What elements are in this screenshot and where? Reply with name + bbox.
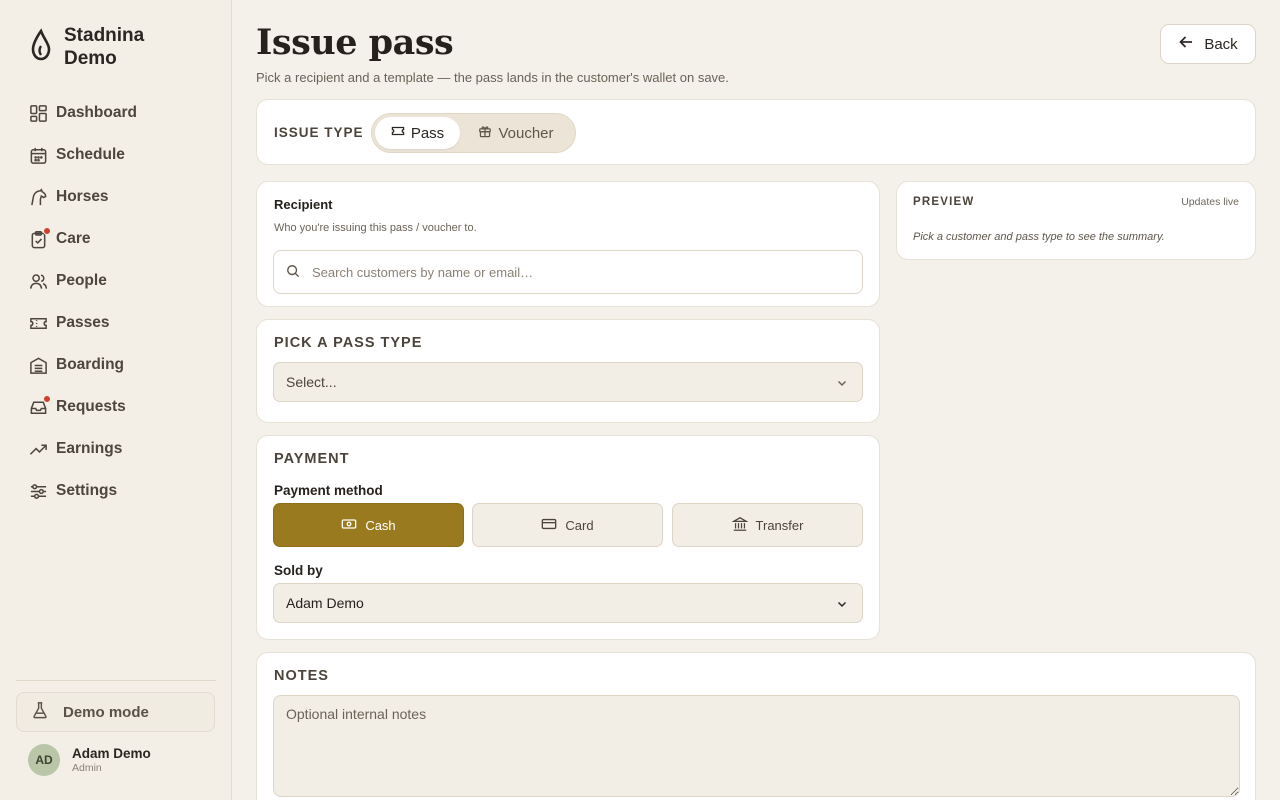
recipient-description: Who you're issuing this pass / voucher t… bbox=[274, 222, 477, 234]
payment-title: PAYMENT bbox=[274, 451, 350, 467]
sidebar-item-label: Horses bbox=[56, 188, 109, 205]
payment-method-cash-label: Cash bbox=[365, 517, 396, 533]
brand[interactable]: Stadnina Demo bbox=[28, 24, 174, 70]
sidebar-item-people[interactable]: People bbox=[16, 260, 216, 302]
issue-type-voucher-option[interactable]: Voucher bbox=[466, 117, 566, 149]
search-icon bbox=[286, 264, 300, 281]
sliders-icon bbox=[28, 481, 48, 501]
payment-method-label: Payment method bbox=[274, 483, 383, 498]
preview-title: PREVIEW bbox=[913, 196, 975, 208]
notes-textarea[interactable] bbox=[273, 695, 1240, 797]
issue-type-toggle: Pass Voucher bbox=[371, 113, 576, 153]
sidebar-item-label: Settings bbox=[56, 482, 118, 499]
trending-up-icon bbox=[28, 439, 48, 459]
bank-icon bbox=[730, 516, 749, 535]
payment-method-transfer-button[interactable]: Transfer bbox=[672, 503, 863, 547]
flask-icon bbox=[31, 701, 49, 723]
sidebar-item-label: Earnings bbox=[56, 440, 123, 457]
sidebar-item-boarding[interactable]: Boarding bbox=[16, 344, 216, 386]
building-icon bbox=[28, 355, 48, 375]
notification-dot bbox=[43, 227, 51, 235]
sidebar-item-passes[interactable]: Passes bbox=[16, 302, 216, 344]
divider bbox=[16, 680, 216, 681]
sidebar-item-label: Care bbox=[56, 230, 91, 247]
payment-method-transfer-label: Transfer bbox=[755, 517, 804, 533]
calendar-icon bbox=[28, 145, 48, 165]
sidebar-item-label: Requests bbox=[56, 398, 126, 415]
gift-icon bbox=[478, 124, 492, 142]
pass-type-select-value: Select... bbox=[286, 374, 337, 390]
sidebar-item-schedule[interactable]: Schedule bbox=[16, 134, 216, 176]
demo-mode-button[interactable]: Demo mode bbox=[16, 692, 215, 732]
cash-icon bbox=[341, 517, 357, 534]
sidebar-item-care[interactable]: Care bbox=[16, 218, 216, 260]
sold-by-select-value: Adam Demo bbox=[286, 595, 364, 611]
recipient-title: Recipient bbox=[274, 197, 333, 212]
dashboard-icon bbox=[28, 103, 48, 123]
sidebar-item-horses[interactable]: Horses bbox=[16, 176, 216, 218]
back-button[interactable]: Back bbox=[1160, 24, 1256, 64]
preview-card: PREVIEW Updates live Pick a customer and… bbox=[896, 181, 1256, 260]
sidebar-item-label: Dashboard bbox=[56, 104, 137, 121]
sold-by-select[interactable]: Adam Demo bbox=[273, 583, 863, 623]
sidebar-item-label: Passes bbox=[56, 314, 110, 331]
payment-method-card-button[interactable]: Card bbox=[472, 503, 663, 547]
arrow-left-icon bbox=[1178, 34, 1194, 54]
issue-type-card: ISSUE TYPE Pass Voucher bbox=[256, 99, 1256, 165]
horse-icon bbox=[28, 187, 48, 207]
sidebar-item-label: Schedule bbox=[56, 146, 125, 163]
preview-live-label: Updates live bbox=[1181, 196, 1239, 208]
sidebar-item-label: Boarding bbox=[56, 356, 125, 373]
payment-card: PAYMENT Payment method Cash Card Transfe… bbox=[256, 435, 880, 640]
notes-title: NOTES bbox=[274, 668, 329, 684]
issue-type-pass-option[interactable]: Pass bbox=[375, 117, 460, 149]
recipient-card: Recipient Who you're issuing this pass /… bbox=[256, 181, 880, 307]
notification-dot bbox=[43, 395, 51, 403]
payment-method-card-label: Card bbox=[565, 517, 594, 533]
preview-empty-text: Pick a customer and pass type to see the… bbox=[913, 231, 1165, 243]
sidebar-item-label: People bbox=[56, 272, 107, 289]
chevron-down-icon bbox=[836, 376, 848, 392]
sidebar-nav: Dashboard Schedule Horses Care People Pa… bbox=[16, 92, 216, 512]
demo-mode-label: Demo mode bbox=[63, 703, 149, 721]
sidebar-item-dashboard[interactable]: Dashboard bbox=[16, 92, 216, 134]
issue-type-pass-label: Pass bbox=[410, 124, 445, 142]
chevron-down-icon bbox=[836, 597, 848, 613]
payment-method-cash-button[interactable]: Cash bbox=[273, 503, 464, 547]
customer-search-field[interactable] bbox=[273, 250, 863, 294]
back-label: Back bbox=[1204, 35, 1238, 53]
ticket-icon bbox=[28, 313, 48, 333]
user-profile[interactable]: AD Adam Demo Admin bbox=[28, 744, 151, 776]
issue-type-voucher-label: Voucher bbox=[498, 124, 554, 142]
pass-type-title: PICK A PASS TYPE bbox=[274, 335, 423, 351]
pass-type-select[interactable]: Select... bbox=[273, 362, 863, 402]
sidebar-item-requests[interactable]: Requests bbox=[16, 386, 216, 428]
brand-name: Stadnina Demo bbox=[64, 25, 145, 69]
sidebar: Stadnina Demo Dashboard Schedule Horses … bbox=[0, 0, 232, 800]
customer-search-input[interactable] bbox=[312, 264, 852, 280]
logo-drop-icon bbox=[28, 27, 54, 67]
notes-card: NOTES bbox=[256, 652, 1256, 800]
clipboard-check-icon bbox=[28, 227, 51, 249]
sidebar-item-settings[interactable]: Settings bbox=[16, 470, 216, 512]
user-role: Admin bbox=[72, 761, 102, 774]
avatar: AD bbox=[28, 744, 60, 776]
credit-card-icon bbox=[541, 517, 557, 534]
pass-type-card: PICK A PASS TYPE Select... bbox=[256, 319, 880, 423]
people-icon bbox=[28, 271, 48, 291]
user-name: Adam Demo bbox=[72, 745, 151, 761]
page-subtitle: Pick a recipient and a template — the pa… bbox=[256, 70, 729, 85]
ticket-icon bbox=[391, 124, 405, 142]
sold-by-label: Sold by bbox=[274, 563, 323, 578]
issue-type-label: ISSUE TYPE bbox=[274, 125, 364, 140]
page-title: Issue pass bbox=[256, 22, 454, 63]
sidebar-item-earnings[interactable]: Earnings bbox=[16, 428, 216, 470]
inbox-icon bbox=[28, 395, 51, 417]
